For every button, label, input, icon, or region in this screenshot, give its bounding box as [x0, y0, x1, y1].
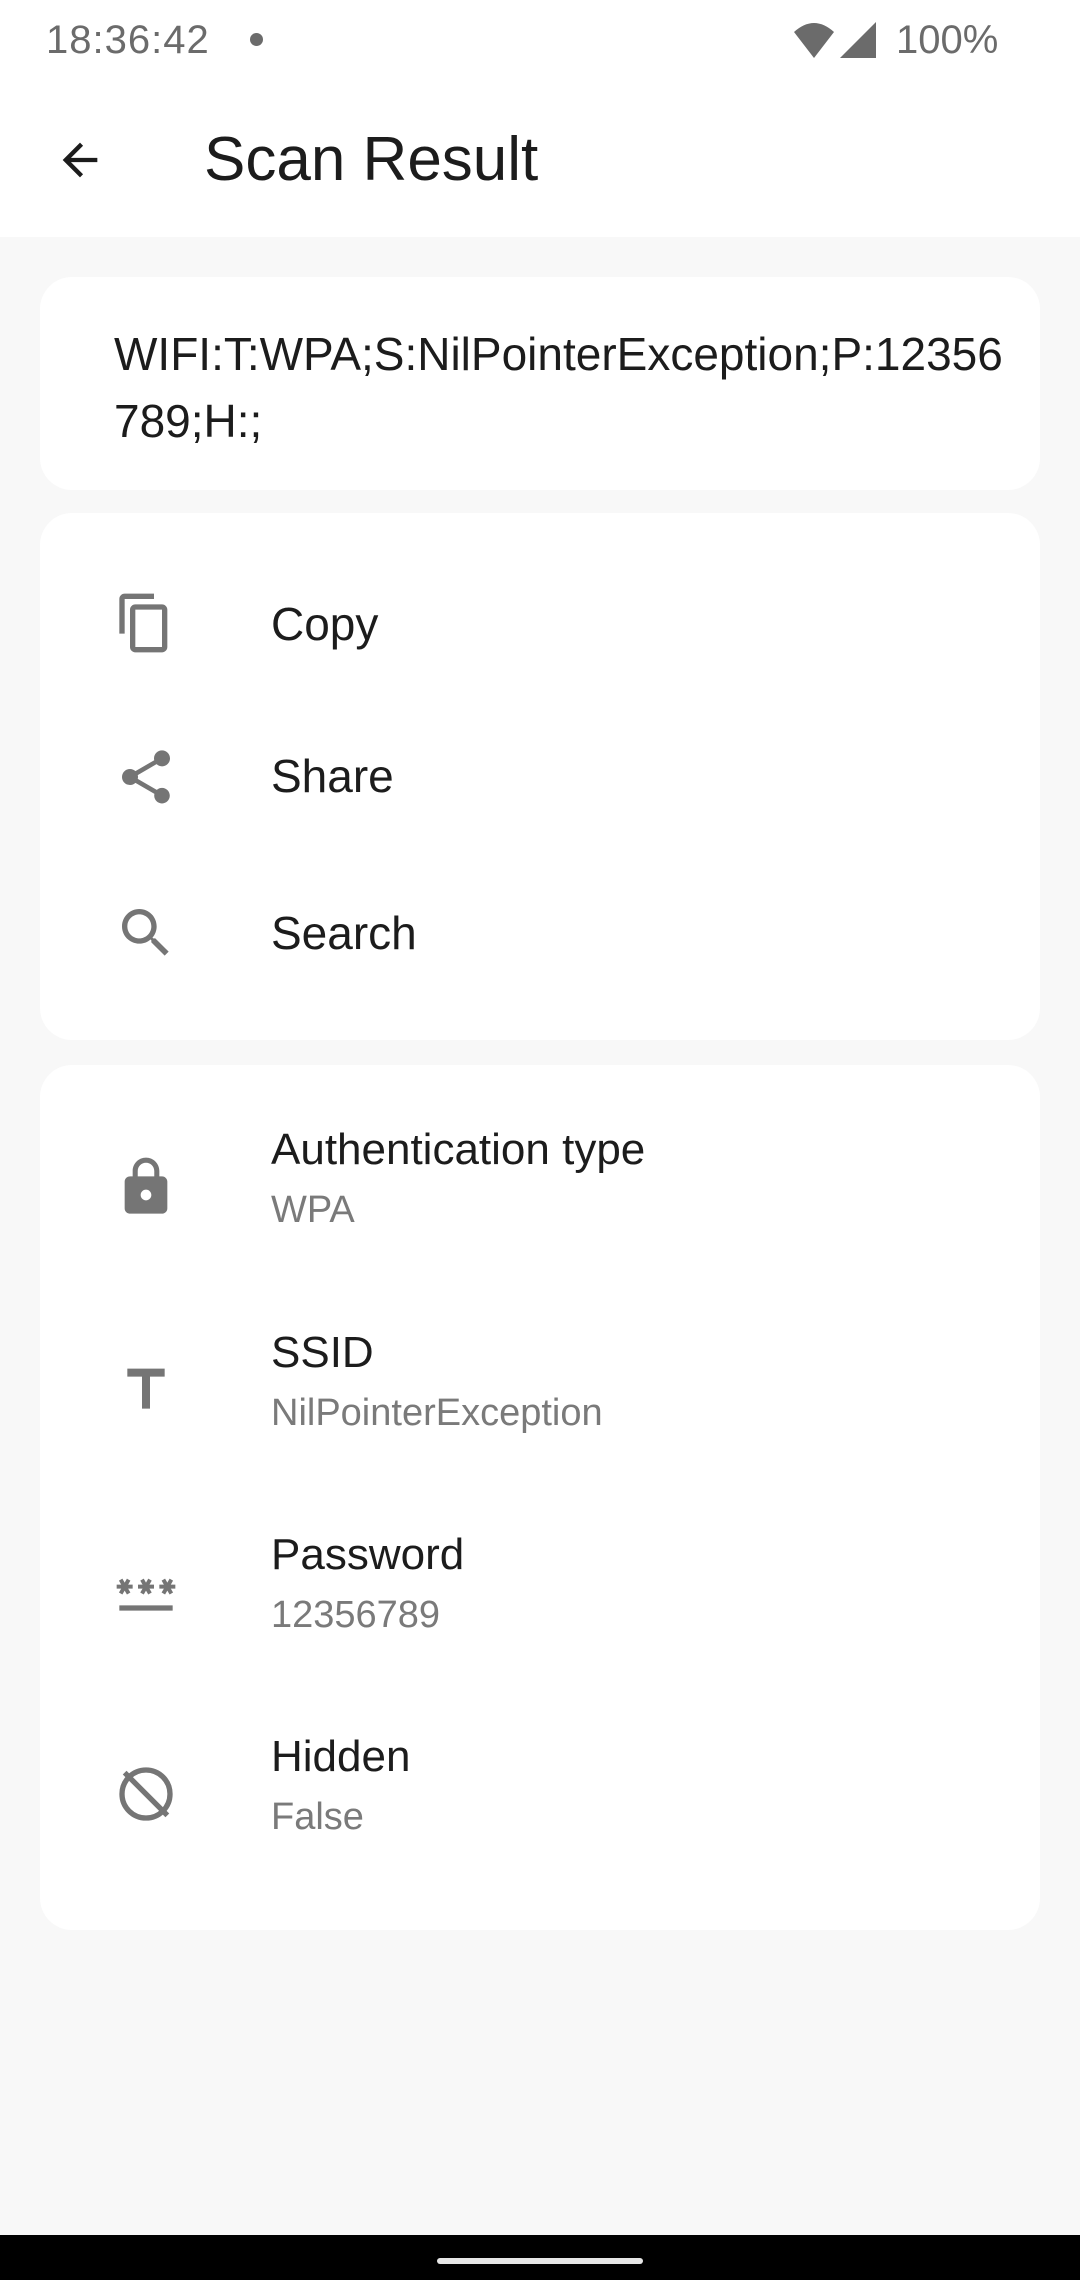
detail-row-hidden: Hidden False [40, 1732, 1040, 1882]
detail-row-password: Password 12356789 [40, 1530, 1040, 1680]
search-label: Search [271, 907, 417, 959]
raw-result-text: WIFI:T:WPA;S:NilPointerException;P:12356… [114, 328, 1003, 447]
battery-level: 100% [896, 18, 999, 62]
share-icon [114, 745, 178, 809]
status-bar: 18:36:42 100% [0, 0, 1080, 82]
detail-row-authentication: Authentication type WPA [40, 1125, 1040, 1275]
detail-title: SSID [271, 1328, 374, 1377]
notification-dot-icon [250, 33, 263, 46]
lock-icon [114, 1155, 178, 1219]
detail-value: NilPointerException [271, 1392, 603, 1434]
search-action[interactable]: Search [40, 856, 1040, 1006]
detail-row-ssid: SSID NilPointerException [40, 1328, 1040, 1478]
wifi-details-card: Authentication type WPA SSID NilPointerE… [40, 1065, 1040, 1930]
copy-action[interactable]: Copy [40, 548, 1040, 698]
actions-card: Copy Share Search [40, 513, 1040, 1040]
detail-value: False [271, 1796, 364, 1838]
back-button[interactable] [40, 120, 120, 200]
share-label: Share [271, 750, 394, 802]
search-icon [114, 901, 178, 965]
text-icon [114, 1358, 178, 1422]
app-bar: Scan Result [0, 82, 1080, 237]
detail-title: Authentication type [271, 1125, 646, 1174]
home-gesture-handle[interactable] [437, 2258, 643, 2264]
detail-value: WPA [271, 1189, 355, 1231]
raw-result-card: WIFI:T:WPA;S:NilPointerException;P:12356… [40, 277, 1040, 490]
page-title: Scan Result [204, 125, 539, 194]
cell-signal-icon [838, 20, 878, 65]
copy-icon [114, 591, 178, 655]
arrow-back-icon [62, 142, 98, 178]
hidden-off-icon [114, 1762, 178, 1826]
wifi-icon [792, 20, 836, 65]
detail-value: 12356789 [271, 1594, 441, 1636]
copy-label: Copy [271, 598, 379, 650]
password-icon [114, 1560, 178, 1624]
detail-title: Hidden [271, 1732, 411, 1781]
detail-title: Password [271, 1530, 465, 1579]
status-time: 18:36:42 [46, 18, 210, 62]
navigation-bar [0, 2235, 1080, 2280]
share-action[interactable]: Share [40, 698, 1040, 856]
